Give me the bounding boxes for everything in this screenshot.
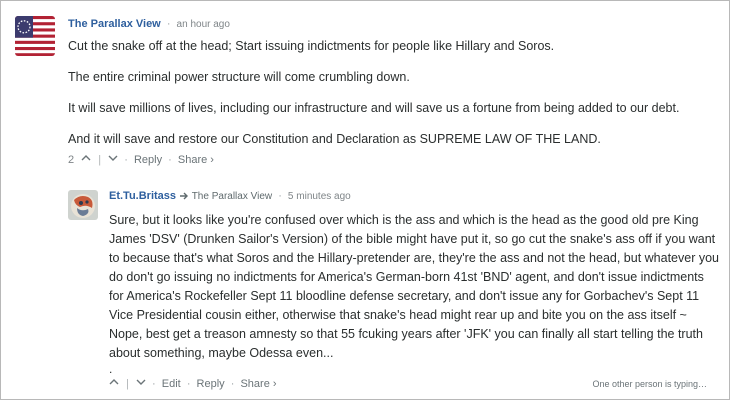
meta-separator: · [278, 190, 282, 202]
chevron-up-icon[interactable] [109, 377, 119, 391]
comment-paragraph: Sure, but it looks like you're confused … [109, 213, 720, 360]
comment-paragraph: And it will save and restore our Constit… [68, 132, 601, 146]
user-avatar[interactable] [68, 190, 98, 220]
comment-paragraph: The entire criminal power structure will… [68, 70, 410, 84]
typing-indicator: One other person is typing… [592, 379, 707, 389]
comment-author[interactable]: Et.Tu.Britass [109, 190, 176, 202]
upvote-count: 2 [68, 154, 75, 167]
vote-divider: | [98, 154, 102, 167]
comment-paragraph: It will save millions of lives, includin… [68, 101, 680, 115]
comment-header: The Parallax View · an hour ago [68, 16, 718, 33]
comment-header: Et.Tu.Britass The Parallax View · 5 minu… [109, 188, 719, 205]
vote-divider: | [126, 378, 129, 391]
avatar-image [68, 190, 98, 220]
comment-thread: The Parallax View · an hour ago Cut the … [0, 0, 730, 400]
comment-paragraph: Cut the snake off at the head; Start iss… [68, 39, 555, 53]
comment-footer: 2 | · Reply · Share › [68, 153, 214, 167]
user-avatar-flag[interactable] [15, 16, 55, 56]
share-button[interactable]: Share › [178, 153, 214, 167]
reply-button[interactable]: Reply [197, 377, 225, 391]
comment-footer: | · Edit · Reply · Share › [109, 377, 277, 391]
footer-separator: · [186, 378, 191, 391]
chevron-up-icon[interactable] [81, 153, 91, 167]
reply-arrow-icon [179, 191, 192, 202]
comment: The Parallax View · an hour ago Cut the … [68, 16, 718, 161]
chevron-down-icon[interactable] [108, 153, 118, 167]
edit-button[interactable]: Edit [162, 377, 181, 391]
comment-timestamp[interactable]: an hour ago [177, 19, 230, 30]
reply-button[interactable]: Reply [134, 153, 162, 167]
footer-separator: · [168, 154, 172, 167]
trailing-text: . [109, 362, 113, 376]
chevron-down-icon[interactable] [136, 377, 146, 391]
comment-timestamp[interactable]: 5 minutes ago [288, 191, 351, 202]
comment-author[interactable]: The Parallax View [68, 18, 161, 30]
share-button[interactable]: Share › [240, 377, 276, 391]
footer-separator: · [152, 378, 156, 391]
meta-separator: · [166, 18, 171, 30]
reply-to-author[interactable]: The Parallax View [192, 191, 272, 202]
comment-body: Cut the snake off at the head; Start iss… [68, 37, 718, 149]
flag-icon [15, 16, 55, 56]
comment-reply: Et.Tu.Britass The Parallax View · 5 minu… [109, 188, 719, 375]
comment-body: Sure, but it looks like you're confused … [109, 211, 719, 375]
footer-separator: · [230, 378, 235, 391]
footer-separator: · [124, 154, 128, 167]
